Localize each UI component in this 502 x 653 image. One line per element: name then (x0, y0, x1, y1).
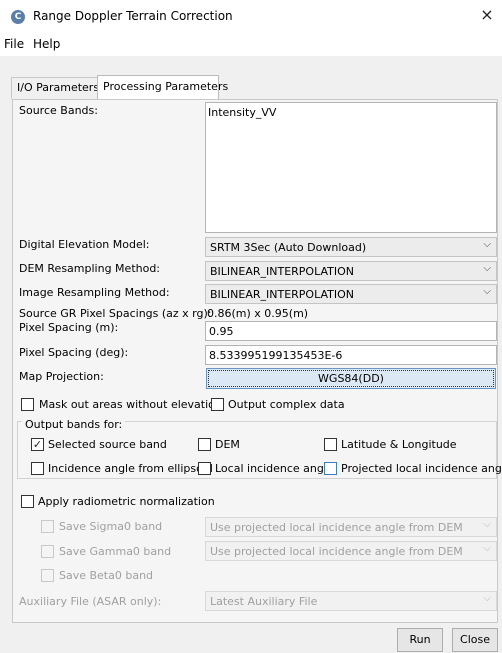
lat-long-label: Latitude & Longitude (341, 438, 457, 451)
dem-select-value: SRTM 3Sec (Auto Download) (210, 241, 367, 254)
tab-processing-parameters[interactable]: Processing Parameters (97, 75, 228, 99)
save-beta0-label: Save Beta0 band (59, 569, 154, 582)
dem-band-checkbox[interactable] (198, 438, 211, 451)
dem-band-label: DEM (215, 438, 240, 451)
source-bands-list[interactable]: Intensity_VV (205, 102, 497, 233)
title-bar: C Range Doppler Terrain Correction × (0, 0, 502, 34)
chevron-down-icon: ⌵ (483, 593, 491, 604)
chevron-down-icon: ⌵ (483, 239, 491, 250)
aux-file-label: Auxiliary File (ASAR only): (19, 595, 162, 608)
chevron-down-icon: ⌵ (483, 543, 491, 554)
window-title: Range Doppler Terrain Correction (33, 9, 233, 23)
source-bands-label: Source Bands: (19, 104, 98, 117)
map-projection-label: Map Projection: (19, 370, 104, 383)
radiometric-normalization-checkbox[interactable] (21, 495, 34, 508)
close-button[interactable]: Close (452, 628, 498, 652)
app-icon: C (11, 10, 25, 24)
save-sigma0-checkbox[interactable] (41, 520, 54, 533)
save-gamma0-checkbox[interactable] (41, 545, 54, 558)
image-resampling-select[interactable]: BILINEAR_INTERPOLATION ⌵ (205, 284, 497, 304)
pixel-spacing-deg-value: 8.533995199135453E-6 (209, 349, 343, 362)
pixel-spacing-deg-label: Pixel Spacing (deg): (19, 346, 129, 359)
output-complex-label: Output complex data (228, 398, 345, 411)
map-projection-button[interactable]: WGS84(DD) (206, 368, 496, 389)
dem-resampling-value: BILINEAR_INTERPOLATION (210, 265, 354, 278)
menu-help[interactable]: Help (33, 37, 60, 51)
dem-resampling-label: DEM Resampling Method: (19, 262, 161, 275)
output-complex-checkbox[interactable] (211, 398, 224, 411)
gamma0-source-select[interactable]: Use projected local incidence angle from… (205, 541, 497, 561)
run-button[interactable]: Run (397, 628, 443, 652)
chevron-down-icon: ⌵ (483, 263, 491, 274)
pixel-spacing-m-input[interactable]: 0.95 (205, 321, 497, 341)
dem-select[interactable]: SRTM 3Sec (Auto Download) ⌵ (205, 237, 497, 257)
close-icon[interactable]: × (478, 6, 496, 24)
mask-out-checkbox[interactable] (21, 398, 34, 411)
pixel-spacing-deg-input[interactable]: 8.533995199135453E-6 (205, 345, 497, 365)
incidence-ellipsoid-label: Incidence angle from ellipsoid (48, 462, 213, 475)
dem-label: Digital Elevation Model: (19, 238, 150, 251)
mask-out-label: Mask out areas without elevation (39, 398, 222, 411)
save-beta0-checkbox[interactable] (41, 569, 54, 582)
chevron-down-icon: ⌵ (483, 286, 491, 297)
radiometric-normalization-label: Apply radiometric normalization (38, 495, 215, 508)
source-band-item[interactable]: Intensity_VV (208, 106, 276, 119)
gr-spacing-label: Source GR Pixel Spacings (az x rg): (19, 307, 212, 320)
aux-file-select[interactable]: Latest Auxiliary File ⌵ (205, 591, 497, 611)
tab-io-parameters[interactable]: I/O Parameters (11, 77, 99, 99)
chevron-down-icon: ⌵ (483, 519, 491, 530)
save-sigma0-label: Save Sigma0 band (59, 520, 163, 533)
output-bands-title: Output bands for: (22, 418, 126, 431)
local-incidence-checkbox[interactable] (198, 462, 211, 475)
selected-source-band-checkbox[interactable]: ✓ (31, 438, 44, 451)
image-resampling-value: BILINEAR_INTERPOLATION (210, 288, 354, 301)
image-resampling-label: Image Resampling Method: (19, 286, 170, 299)
local-incidence-label: Local incidence angle (215, 462, 334, 475)
sigma0-source-select[interactable]: Use projected local incidence angle from… (205, 517, 497, 537)
menu-file[interactable]: File (4, 37, 24, 51)
projected-local-incidence-label: Projected local incidence angle (341, 462, 502, 475)
save-gamma0-label: Save Gamma0 band (59, 545, 172, 558)
dem-resampling-select[interactable]: BILINEAR_INTERPOLATION ⌵ (205, 261, 497, 281)
projected-local-incidence-checkbox[interactable] (324, 462, 337, 475)
selected-source-band-label: Selected source band (48, 438, 167, 451)
sigma0-source-value: Use projected local incidence angle from… (210, 521, 463, 534)
pixel-spacing-m-value: 0.95 (209, 325, 234, 338)
menu-bar: File Help (0, 34, 502, 56)
aux-file-value: Latest Auxiliary File (210, 595, 318, 608)
gr-spacing-value: 0.86(m) x 0.95(m) (207, 307, 309, 320)
pixel-spacing-m-label: Pixel Spacing (m): (19, 321, 119, 334)
lat-long-checkbox[interactable] (324, 438, 337, 451)
incidence-ellipsoid-checkbox[interactable] (31, 462, 44, 475)
gamma0-source-value: Use projected local incidence angle from… (210, 545, 463, 558)
